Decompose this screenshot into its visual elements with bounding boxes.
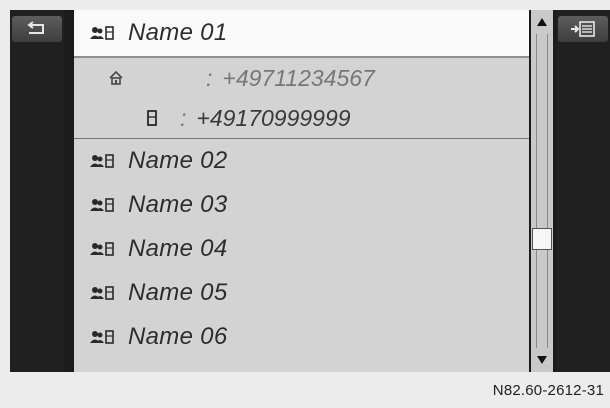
contact-list: Name 01 : +49711234567 : +49170999999 Na… [74, 10, 529, 372]
contact-name: Name 01 [128, 19, 228, 46]
contact-row-selected[interactable]: Name 01 [74, 10, 529, 58]
home-number: +49711234567 [222, 64, 375, 91]
scroll-track[interactable] [536, 34, 548, 348]
mobile-number: +49170999999 [196, 104, 351, 131]
detail-separator: : [180, 104, 187, 131]
contact-row[interactable]: Name 04 [74, 227, 529, 271]
scrollbar[interactable] [531, 10, 553, 372]
contact-name: Name 06 [128, 323, 228, 350]
contact-row[interactable]: Name 03 [74, 183, 529, 227]
scroll-down-arrow-icon[interactable] [537, 356, 547, 364]
contact-phone-icon [74, 285, 128, 301]
contact-detail-mobile[interactable]: : +49170999999 [74, 98, 529, 138]
contact-row[interactable]: Name 06 [74, 315, 529, 359]
contact-phone-icon [74, 329, 128, 345]
mobile-phone-icon [74, 109, 172, 127]
contact-phone-icon [74, 153, 128, 169]
contact-phone-icon [74, 197, 128, 213]
contact-name: Name 05 [128, 279, 228, 306]
contact-row[interactable]: Name 02 [74, 139, 529, 183]
scroll-up-arrow-icon[interactable] [537, 18, 547, 26]
list-menu-icon [571, 21, 595, 37]
figure-caption: N82.60-2612-31 [492, 382, 604, 399]
contact-name: Name 02 [128, 147, 228, 174]
contact-phone-icon [74, 241, 128, 257]
home-icon [74, 70, 138, 86]
scroll-thumb[interactable] [532, 228, 552, 250]
left-side-panel [10, 10, 64, 372]
back-button[interactable] [12, 16, 62, 42]
list-menu-button[interactable] [558, 16, 608, 42]
contact-detail-home[interactable]: : +49711234567 [74, 58, 529, 98]
detail-separator: : [206, 64, 213, 91]
contact-row[interactable]: Name 05 [74, 271, 529, 315]
right-side-panel [556, 10, 610, 372]
contact-name: Name 03 [128, 191, 228, 218]
back-arrow-icon [27, 21, 44, 34]
contact-name: Name 04 [128, 235, 228, 262]
contact-phone-icon [74, 25, 128, 41]
display-screen: Name 01 : +49711234567 : +49170999999 Na… [10, 10, 610, 372]
